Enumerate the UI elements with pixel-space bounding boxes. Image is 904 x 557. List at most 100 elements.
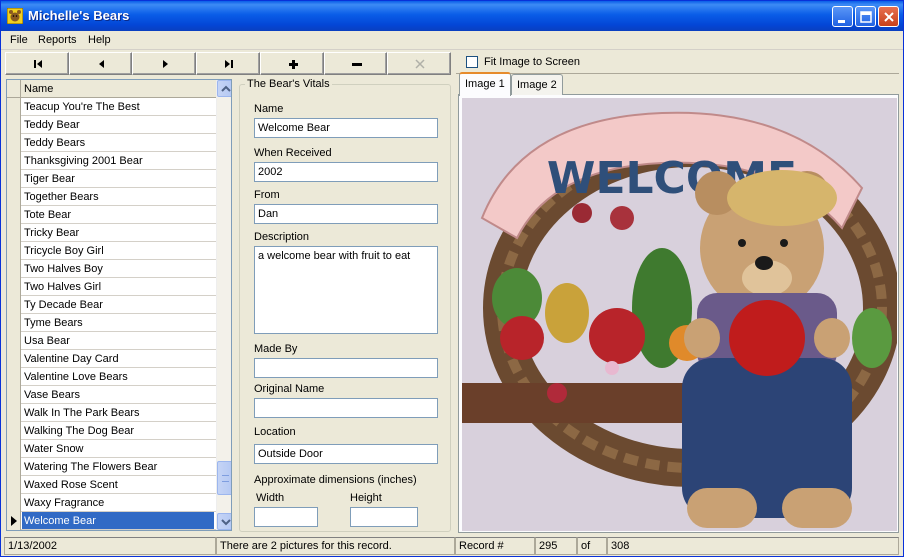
made-by-field[interactable] xyxy=(254,358,438,378)
list-item[interactable]: Vase Bears xyxy=(7,386,216,404)
list-item-label: Teddy Bears xyxy=(24,137,86,149)
row-indicator xyxy=(7,422,21,440)
vitals-legend: The Bear's Vitals xyxy=(245,78,332,90)
when-received-field[interactable]: 2002 xyxy=(254,162,438,182)
list-item[interactable]: Waxed Rose Scent xyxy=(7,476,216,494)
list-item-label: Usa Bear xyxy=(24,335,70,347)
list-item[interactable]: Welcome Bear xyxy=(7,512,216,530)
list-item[interactable]: Valentine Day Card xyxy=(7,350,216,368)
list-item[interactable]: Ty Decade Bear xyxy=(7,296,216,314)
fit-image-checkbox[interactable] xyxy=(466,56,478,68)
next-record-icon xyxy=(163,60,169,68)
name-label: Name xyxy=(254,103,284,115)
list-header: Name xyxy=(7,80,216,98)
location-field[interactable]: Outside Door xyxy=(254,444,438,464)
list-item[interactable]: Usa Bear xyxy=(7,332,216,350)
made-by-label: Made By xyxy=(254,343,298,355)
list-item[interactable]: Valentine Love Bears xyxy=(7,368,216,386)
fit-image-label[interactable]: Fit Image to Screen xyxy=(484,56,580,68)
list-item-label: Walk In The Park Bears xyxy=(24,407,140,419)
list-item[interactable]: Walk In The Park Bears xyxy=(7,404,216,422)
list-item[interactable]: Tyme Bears xyxy=(7,314,216,332)
width-field[interactable] xyxy=(254,507,318,527)
tab-image-1[interactable]: Image 1 xyxy=(459,72,511,96)
row-indicator xyxy=(7,368,21,386)
list-scrollbar[interactable] xyxy=(216,80,231,530)
list-item[interactable]: Teddy Bears xyxy=(7,134,216,152)
maximize-icon xyxy=(860,11,872,23)
last-record-button[interactable] xyxy=(196,52,260,75)
row-indicator xyxy=(7,278,21,296)
list-item[interactable]: Waxy Fragrance xyxy=(7,494,216,512)
list-rows: Teacup You're The Best Teddy Bear Teddy Be… xyxy=(7,98,216,530)
delete-record-button[interactable] xyxy=(323,52,388,75)
list-item[interactable]: Walking The Dog Bear xyxy=(7,422,216,440)
minimize-icon xyxy=(838,20,845,23)
status-message: There are 2 pictures for this record. xyxy=(216,537,455,555)
list-item-label: Tricky Bear xyxy=(24,227,80,239)
list-item-label: Waxed Rose Scent xyxy=(24,479,118,491)
scroll-down-button[interactable] xyxy=(217,513,231,530)
list-item-label: Tote Bear xyxy=(24,209,72,221)
maximize-button[interactable] xyxy=(855,6,876,27)
scroll-up-button[interactable] xyxy=(217,80,231,97)
description-label: Description xyxy=(254,231,310,243)
list-item-label: Welcome Bear xyxy=(22,512,214,529)
list-item-label: Tricycle Boy Girl xyxy=(24,245,104,257)
insert-record-button[interactable] xyxy=(259,52,324,75)
tab-image-2-label: Image 2 xyxy=(517,79,557,91)
list-item[interactable]: Two Halves Girl xyxy=(7,278,216,296)
list-item-label: Teddy Bear xyxy=(24,119,80,131)
list-item[interactable]: Teddy Bear xyxy=(7,116,216,134)
cancel-x-icon xyxy=(415,59,425,69)
tab-image-2[interactable]: Image 2 xyxy=(511,74,563,95)
description-field[interactable]: a welcome bear with fruit to eat xyxy=(254,246,438,334)
list-item[interactable]: Watering The Flowers Bear xyxy=(7,458,216,476)
row-indicator xyxy=(7,134,21,152)
list-item-label: Teacup You're The Best xyxy=(24,101,140,113)
list-item[interactable]: Two Halves Boy xyxy=(7,260,216,278)
from-field[interactable]: Dan xyxy=(254,204,438,224)
bear-app-icon xyxy=(7,8,23,24)
window-title: Michelle's Bears xyxy=(28,8,130,23)
row-indicator xyxy=(7,206,21,224)
image-tab-panel: WELCOME xyxy=(458,94,899,533)
status-record-label: Record # xyxy=(455,537,535,555)
minus-icon xyxy=(351,63,362,66)
scroll-thumb[interactable] xyxy=(217,461,231,495)
row-indicator xyxy=(7,494,21,512)
list-item[interactable]: Tote Bear xyxy=(7,206,216,224)
prior-record-button[interactable] xyxy=(68,52,133,75)
list-item[interactable]: Tricky Bear xyxy=(7,224,216,242)
cancel-edit-button xyxy=(387,52,452,75)
list-item[interactable]: Together Bears xyxy=(7,188,216,206)
height-field[interactable] xyxy=(350,507,418,527)
menu-reports[interactable]: Reports xyxy=(38,34,77,46)
menu-file[interactable]: File xyxy=(10,34,28,46)
menu-help[interactable]: Help xyxy=(88,34,111,46)
current-row-icon xyxy=(11,516,17,526)
bear-list[interactable]: Name Teacup You're The Best Teddy Bear Ted… xyxy=(6,79,232,531)
list-item[interactable]: Tiger Bear xyxy=(7,170,216,188)
plus-icon xyxy=(288,60,298,69)
row-indicator xyxy=(7,116,21,134)
close-button[interactable] xyxy=(878,6,899,27)
next-record-button[interactable] xyxy=(132,52,197,75)
minimize-button[interactable] xyxy=(832,6,853,27)
title-bar[interactable]: Michelle's Bears xyxy=(1,1,903,31)
list-item[interactable]: Teacup You're The Best xyxy=(7,98,216,116)
list-item[interactable]: Tricycle Boy Girl xyxy=(7,242,216,260)
list-item-label: Water Snow xyxy=(24,443,84,455)
list-item[interactable]: Thanksgiving 2001 Bear xyxy=(7,152,216,170)
first-record-button[interactable] xyxy=(5,52,69,75)
scroll-thumb-grip xyxy=(222,475,229,482)
list-item-label: Thanksgiving 2001 Bear xyxy=(24,155,143,167)
name-field[interactable]: Welcome Bear xyxy=(254,118,438,138)
list-item-label: Vase Bears xyxy=(24,389,81,401)
column-header-name[interactable]: Name xyxy=(24,83,53,95)
bear-photo: WELCOME xyxy=(462,98,897,531)
list-item[interactable]: Water Snow xyxy=(7,440,216,458)
list-item-label: Ty Decade Bear xyxy=(24,299,103,311)
original-name-field[interactable] xyxy=(254,398,438,418)
last-record-icon xyxy=(225,60,234,68)
